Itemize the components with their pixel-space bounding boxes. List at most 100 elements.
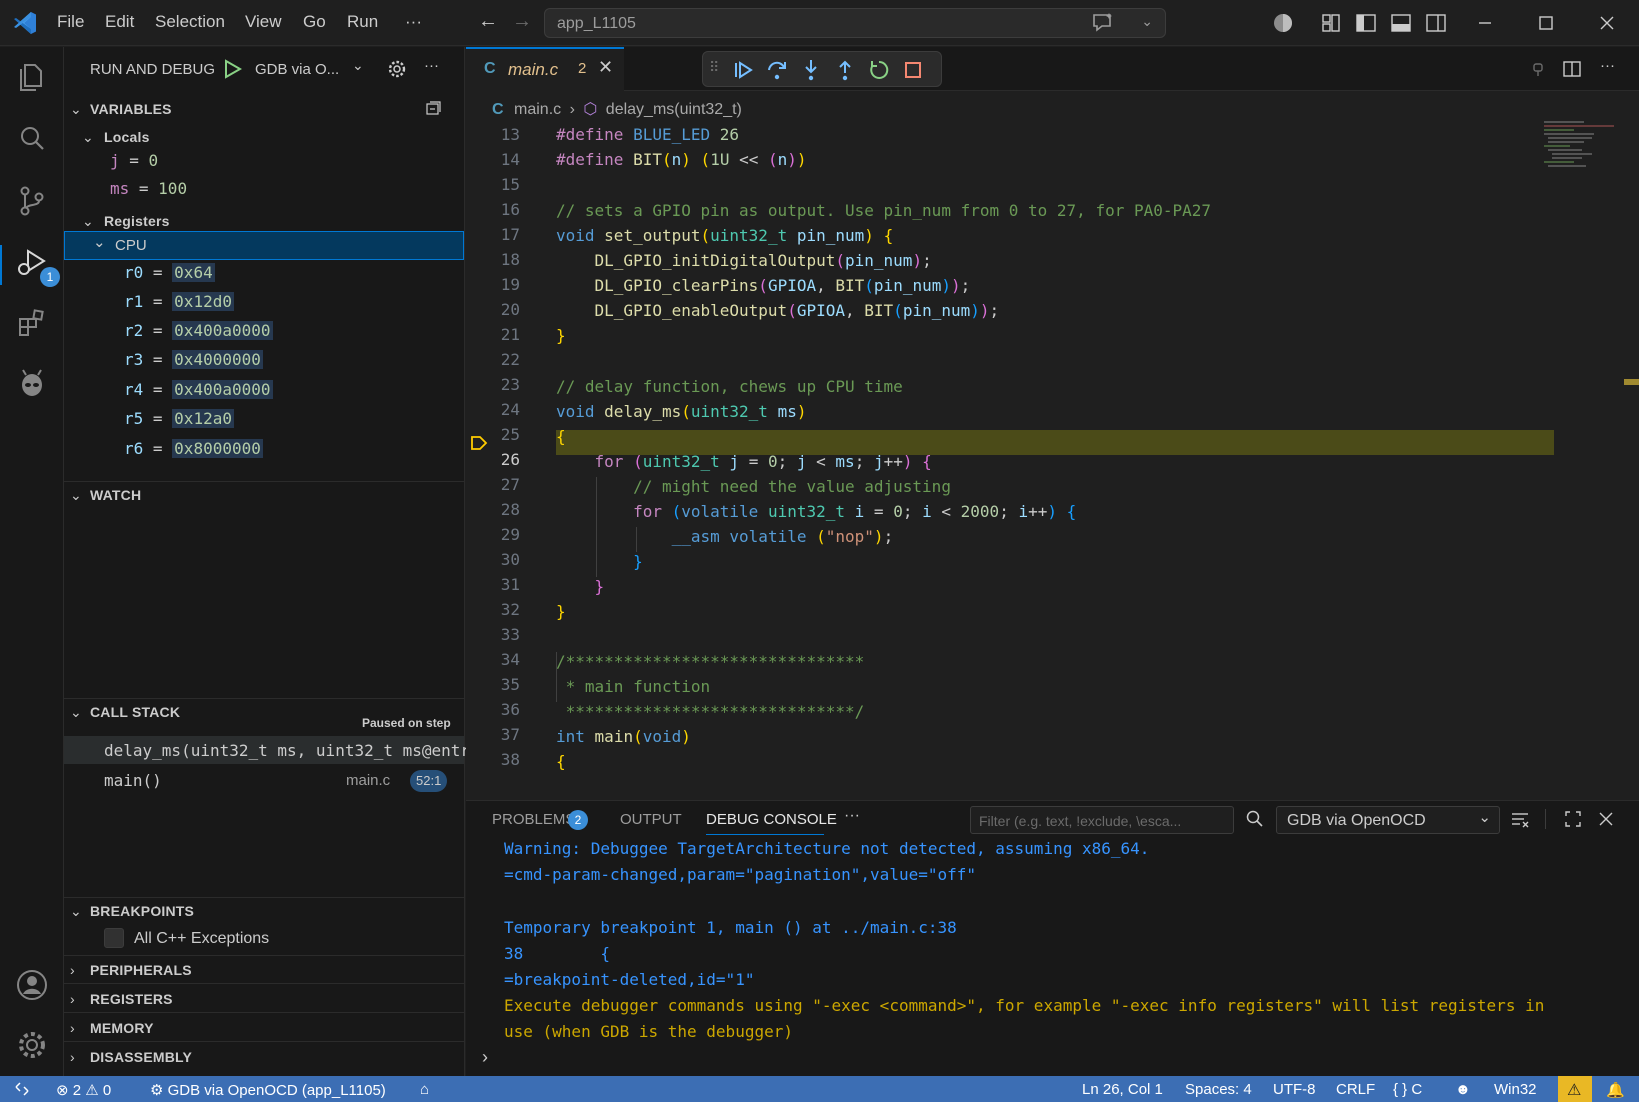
split-editor-icon[interactable]: [1562, 59, 1582, 79]
plug-icon[interactable]: [1528, 59, 1548, 79]
close-window-icon[interactable]: [1592, 8, 1622, 38]
menu-go[interactable]: Go: [303, 12, 326, 32]
disassembly-section-header[interactable]: › DISASSEMBLY: [64, 1049, 465, 1069]
command-center[interactable]: app_L1105 ⌄: [544, 8, 1166, 38]
menu-more[interactable]: ···: [405, 12, 422, 32]
copilot-status-icon[interactable]: ☻: [1455, 1081, 1471, 1098]
indentation[interactable]: Spaces: 4: [1185, 1081, 1252, 1098]
collapse-all-icon[interactable]: [424, 99, 442, 117]
step-into-icon[interactable]: [799, 58, 823, 82]
home-icon[interactable]: ⌂: [420, 1081, 429, 1098]
breakpoints-section-header[interactable]: ⌄ BREAKPOINTS: [64, 903, 465, 923]
register-row[interactable]: r0 = 0x64: [124, 263, 215, 282]
registers-section-header[interactable]: › REGISTERS: [64, 991, 465, 1011]
debug-config-select[interactable]: GDB via O...: [255, 61, 339, 78]
language-mode[interactable]: { } C: [1393, 1081, 1422, 1098]
more-actions-icon[interactable]: ···: [1600, 57, 1615, 74]
source-control-icon[interactable]: [14, 183, 50, 219]
toggle-primary-sidebar-icon[interactable]: [1351, 8, 1381, 38]
problems-status[interactable]: ⊗ 2 ⚠ 0: [56, 1081, 111, 1099]
code-editor[interactable]: 13 14 15 16 17 18 19 20 21 22 23 24 25 26 27 28 29 30 31 32…: [466, 125, 1639, 800]
explorer-icon[interactable]: [14, 59, 50, 95]
minimap[interactable]: [1544, 119, 1624, 209]
run-and-debug-icon[interactable]: 1: [14, 245, 60, 287]
console-prompt-icon[interactable]: ›: [482, 1047, 488, 1068]
variables-section-header[interactable]: ⌄ VARIABLES: [64, 101, 465, 121]
memory-section-header[interactable]: › MEMORY: [64, 1020, 465, 1040]
customize-layout-icon[interactable]: [1316, 8, 1346, 38]
chevron-down-icon[interactable]: ⌄: [1141, 13, 1153, 30]
forward-arrow-icon[interactable]: →: [512, 10, 532, 33]
extensions-icon[interactable]: [14, 305, 50, 341]
registers-scope[interactable]: ⌄ Registers: [64, 213, 465, 233]
step-over-icon[interactable]: [765, 58, 789, 82]
menu-edit[interactable]: Edit: [105, 12, 134, 32]
platform[interactable]: Win32: [1494, 1081, 1537, 1098]
cpu-scope-selected[interactable]: ⌄ CPU: [64, 231, 464, 260]
close-tab-icon[interactable]: ✕: [598, 57, 613, 78]
register-row[interactable]: r6 = 0x8000000: [124, 439, 263, 458]
line-number: 24: [500, 400, 520, 419]
debug-session-status[interactable]: ⚙ GDB via OpenOCD (app_L1105): [150, 1081, 386, 1099]
continue-icon[interactable]: [731, 58, 755, 82]
maximize-icon[interactable]: [1531, 8, 1561, 38]
console-filter-input[interactable]: Filter (e.g. text, !exclude, \esca...: [970, 806, 1234, 834]
call-stack-frame[interactable]: main() main.c 52:1: [64, 766, 464, 794]
variable-row[interactable]: j = 0: [110, 151, 158, 170]
line-number: 16: [500, 200, 520, 219]
copilot-icon[interactable]: [1268, 8, 1298, 38]
drag-handle-icon[interactable]: ⠿: [709, 59, 719, 76]
register-row[interactable]: r2 = 0x400a0000: [124, 321, 273, 340]
alien-extension-icon[interactable]: [14, 365, 50, 401]
back-arrow-icon[interactable]: ←: [478, 10, 498, 33]
register-row[interactable]: r5 = 0x12a0: [124, 409, 234, 428]
debug-session-select[interactable]: GDB via OpenOCD ⌄: [1276, 806, 1500, 834]
settings-gear-icon[interactable]: [14, 1027, 50, 1063]
end-of-line[interactable]: CRLF: [1336, 1081, 1375, 1098]
editor-scrollbar[interactable]: [1624, 119, 1639, 799]
menu-view[interactable]: View: [245, 12, 282, 32]
breadcrumb-symbol[interactable]: delay_ms(uint32_t): [606, 101, 742, 118]
exception-checkbox[interactable]: [104, 928, 124, 948]
peripherals-section-header[interactable]: › PERIPHERALS: [64, 962, 465, 982]
cursor-position[interactable]: Ln 26, Col 1: [1082, 1081, 1163, 1098]
warning-status[interactable]: ⚠: [1558, 1076, 1592, 1102]
step-out-icon[interactable]: [833, 58, 857, 82]
stop-icon[interactable]: [901, 58, 925, 82]
tab-main-c[interactable]: C main.c 2 ✕: [466, 47, 624, 91]
variable-row[interactable]: ms = 100: [110, 179, 187, 198]
minimize-icon[interactable]: [1470, 8, 1500, 38]
chat-icon[interactable]: [1091, 12, 1115, 34]
menu-selection[interactable]: Selection: [155, 12, 225, 32]
watch-section-header[interactable]: ⌄ WATCH: [64, 487, 465, 507]
chevron-right-icon: ›: [569, 101, 575, 118]
search-icon[interactable]: [14, 121, 50, 157]
search-icon[interactable]: [1245, 809, 1265, 829]
tab-problems[interactable]: PROBLEMS: [492, 811, 575, 828]
toggle-panel-icon[interactable]: [1386, 8, 1416, 38]
call-stack-frame-active[interactable]: delay_ms(uint32_t ms, uint32_t ms@entr: [64, 736, 470, 764]
chevron-down-icon[interactable]: ⌄: [352, 57, 364, 74]
menu-file[interactable]: File: [57, 12, 84, 32]
restart-icon[interactable]: [867, 58, 891, 82]
toggle-secondary-sidebar-icon[interactable]: [1421, 8, 1451, 38]
start-debugging-icon[interactable]: [222, 59, 242, 79]
more-tabs-icon[interactable]: ···: [844, 807, 860, 825]
maximize-panel-icon[interactable]: [1563, 809, 1583, 829]
menu-run[interactable]: Run: [347, 12, 378, 32]
tab-debug-console[interactable]: DEBUG CONSOLE: [706, 811, 837, 828]
encoding[interactable]: UTF-8: [1273, 1081, 1316, 1098]
close-panel-icon[interactable]: [1596, 809, 1616, 829]
notifications-bell-icon[interactable]: 🔔: [1606, 1081, 1625, 1099]
gear-icon[interactable]: [387, 59, 407, 79]
register-row[interactable]: r1 = 0x12d0: [124, 292, 234, 311]
more-actions-icon[interactable]: ···: [424, 57, 439, 74]
account-icon[interactable]: [14, 967, 50, 1003]
breadcrumb-file[interactable]: main.c: [514, 101, 561, 118]
clear-console-icon[interactable]: [1510, 809, 1530, 829]
locals-scope[interactable]: ⌄ Locals: [64, 129, 465, 149]
tab-output[interactable]: OUTPUT: [620, 811, 682, 828]
register-row[interactable]: r4 = 0x400a0000: [124, 380, 273, 399]
remote-indicator[interactable]: [0, 1076, 44, 1102]
register-row[interactable]: r3 = 0x4000000: [124, 350, 263, 369]
